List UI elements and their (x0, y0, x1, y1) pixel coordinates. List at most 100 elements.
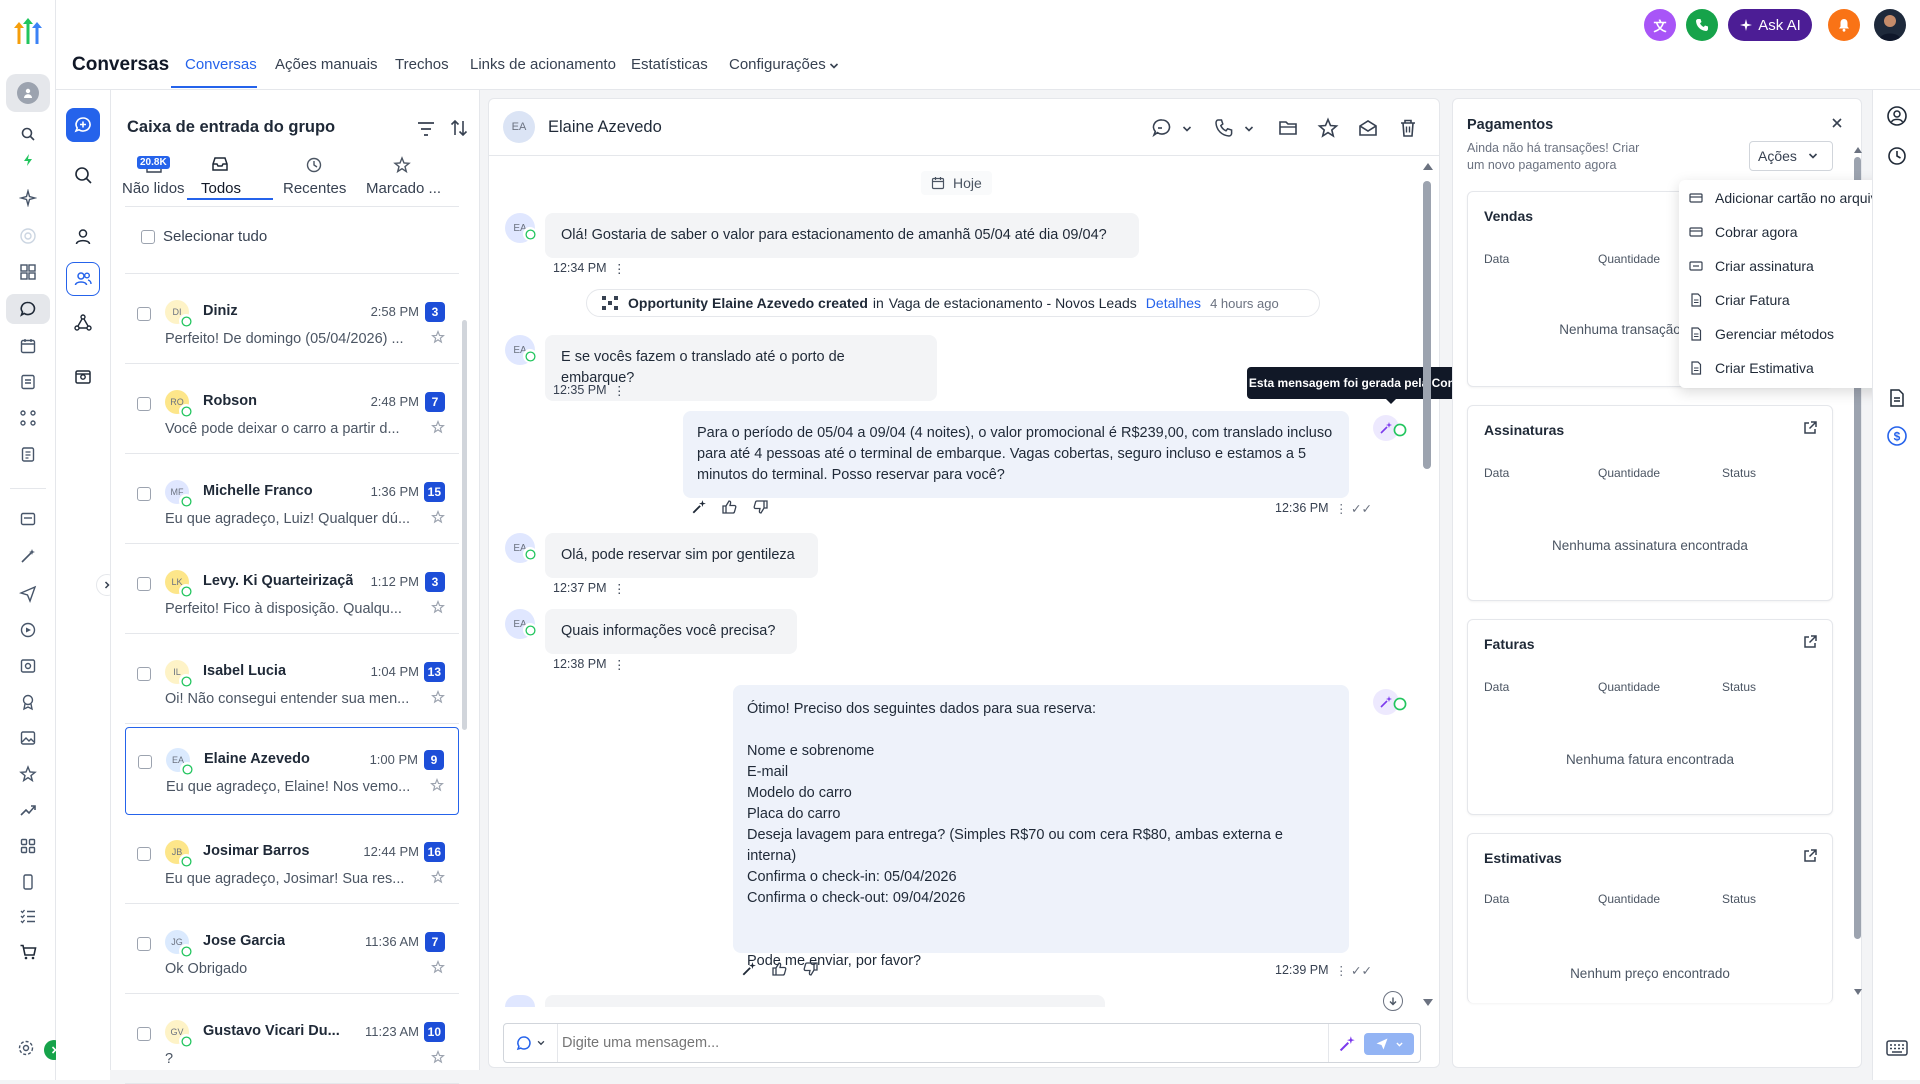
menu-item-manage-methods[interactable]: Gerenciar métodos (1689, 326, 1834, 342)
scroll-down-arrow[interactable] (1854, 989, 1862, 995)
payments-icon[interactable]: $ (1885, 424, 1909, 448)
more-options-icon[interactable]: ⋮ (613, 383, 626, 398)
conversation-checkbox[interactable] (137, 397, 151, 411)
list-item[interactable]: JB Josimar Barros 12:44 PM 16 Eu que agradeç… (125, 820, 459, 904)
menu-item-add-card[interactable]: Adicionar cartão no arquivo (1689, 190, 1885, 206)
ask-ai-button[interactable]: Ask AI (1728, 9, 1812, 41)
list-item[interactable]: MF Michelle Franco 1:36 PM 15 Eu que agradeç… (125, 460, 459, 544)
conversation-checkbox[interactable] (137, 577, 151, 591)
conversation-checkbox[interactable] (137, 847, 151, 861)
star-icon[interactable] (431, 330, 445, 344)
dashboard-icon[interactable] (16, 260, 40, 284)
external-link-icon[interactable] (1802, 848, 1818, 864)
more-options-icon[interactable]: ⋮ (613, 581, 626, 596)
more-options-icon[interactable]: ⋮ (613, 261, 626, 276)
contact-name[interactable]: Elaine Azevedo (548, 118, 662, 137)
close-icon[interactable] (1831, 117, 1843, 129)
call-agent-icon[interactable] (1151, 117, 1173, 139)
contacts-icon[interactable] (16, 370, 40, 394)
contact-icon[interactable] (1885, 104, 1909, 128)
send-icon[interactable] (16, 582, 40, 606)
group-icon[interactable] (66, 262, 100, 296)
list-item[interactable]: LK Levy. Ki Quarteirização 1:12 PM 3 Perfeit… (125, 550, 459, 634)
sort-icon[interactable] (449, 118, 469, 138)
conversation-checkbox[interactable] (137, 667, 151, 681)
list-item[interactable]: JG Jose Garcia 11:36 AM 7 Ok Obrigado (125, 910, 459, 994)
scroll-to-bottom-button[interactable] (1383, 991, 1403, 1011)
tab-estatisticas[interactable]: Estatísticas (631, 56, 708, 73)
menu-item-create-estimate[interactable]: Criar Estimativa (1689, 360, 1814, 376)
filter-icon[interactable] (416, 120, 436, 138)
star-icon[interactable] (431, 1050, 445, 1064)
thumbs-down-icon[interactable] (803, 961, 819, 977)
thumbs-down-icon[interactable] (753, 499, 769, 515)
star-icon[interactable] (431, 870, 445, 884)
media-icon[interactable] (16, 726, 40, 750)
list-item[interactable]: RO Robson 2:48 PM 7 Você pode deixar o carro… (125, 370, 459, 454)
folder-icon[interactable] (1277, 117, 1299, 139)
avatar[interactable]: EA (503, 111, 535, 143)
mobile-icon[interactable] (16, 870, 40, 894)
star-icon[interactable] (431, 690, 445, 704)
calendar-icon[interactable] (16, 334, 40, 358)
list-item[interactable]: DI Diniz 2:58 PM 3 Perfeito! De domingo (05/… (125, 280, 459, 364)
tab-acoes-manuais[interactable]: Ações manuais (275, 56, 378, 73)
menu-item-charge-now[interactable]: Cobrar agora (1689, 224, 1798, 240)
list-check-icon[interactable] (16, 904, 40, 928)
workflow-icon[interactable] (16, 406, 40, 430)
scroll-down-arrow[interactable] (1423, 999, 1433, 1006)
network-icon[interactable] (66, 306, 100, 340)
sparkle-icon[interactable] (16, 186, 40, 210)
chevron-down-icon[interactable] (1243, 123, 1255, 135)
star-icon[interactable] (430, 778, 444, 792)
new-message-button[interactable] (66, 108, 100, 142)
app-logo[interactable] (10, 14, 46, 50)
channel-selector[interactable] (504, 1024, 558, 1062)
scroll-up-arrow[interactable] (1854, 147, 1862, 153)
reporting-icon[interactable] (16, 798, 40, 822)
message-input[interactable] (562, 1030, 1322, 1056)
notifications-button[interactable] (1828, 9, 1860, 41)
external-link-icon[interactable] (1802, 420, 1818, 436)
filter-unread[interactable]: 20.8K Não lidos (119, 152, 187, 197)
chevron-down-icon[interactable] (828, 60, 840, 72)
conversation-checkbox[interactable] (138, 755, 152, 769)
filter-recent[interactable]: Recentes (275, 152, 351, 197)
tab-conversas[interactable]: Conversas (185, 56, 257, 73)
external-link-icon[interactable] (1802, 634, 1818, 650)
reviews-icon[interactable] (16, 508, 40, 532)
cart-icon[interactable] (16, 940, 40, 964)
translate-button[interactable]: 文 (1644, 9, 1676, 41)
trash-icon[interactable] (1397, 117, 1419, 139)
menu-item-create-subscription[interactable]: Criar assinatura (1689, 258, 1814, 274)
inbox-tray-icon[interactable] (66, 360, 100, 394)
account-switcher[interactable] (6, 74, 50, 112)
list-item[interactable]: IL Isabel Lucia 1:04 PM 13 Oi! Não consegui … (125, 640, 459, 724)
search-icon[interactable] (16, 122, 40, 146)
target-icon[interactable] (16, 224, 40, 248)
actions-dropdown[interactable]: Ações (1749, 141, 1833, 171)
ai-compose-icon[interactable] (1338, 1035, 1356, 1053)
conversation-checkbox[interactable] (137, 307, 151, 321)
star-icon[interactable] (431, 960, 445, 974)
filter-starred[interactable]: Marcado ... (361, 152, 443, 197)
tab-links[interactable]: Links de acionamento (470, 56, 616, 73)
keyboard-icon[interactable] (1885, 1036, 1909, 1060)
search-icon[interactable] (66, 158, 100, 192)
app-marketplace-icon[interactable] (16, 834, 40, 858)
menu-item-create-invoice[interactable]: Criar Fatura (1689, 292, 1790, 308)
chat-bubble-icon[interactable] (16, 297, 40, 321)
notes-icon[interactable] (1885, 386, 1909, 410)
mail-open-icon[interactable] (1357, 117, 1379, 139)
scroll-up-arrow[interactable] (1423, 163, 1433, 170)
star-icon[interactable] (431, 600, 445, 614)
filter-all[interactable]: Todos (187, 152, 273, 200)
conversation-checkbox[interactable] (137, 937, 151, 951)
list-scrollbar[interactable] (462, 320, 467, 730)
memberships-icon[interactable] (16, 690, 40, 714)
select-all-checkbox[interactable] (141, 230, 155, 244)
thumbs-up-icon[interactable] (771, 961, 787, 977)
list-item[interactable]: EA Elaine Azevedo 1:00 PM 9 Eu que agradeço,… (125, 727, 459, 815)
tab-configuracoes[interactable]: Configurações (729, 56, 826, 73)
phone-button[interactable] (1686, 9, 1718, 41)
